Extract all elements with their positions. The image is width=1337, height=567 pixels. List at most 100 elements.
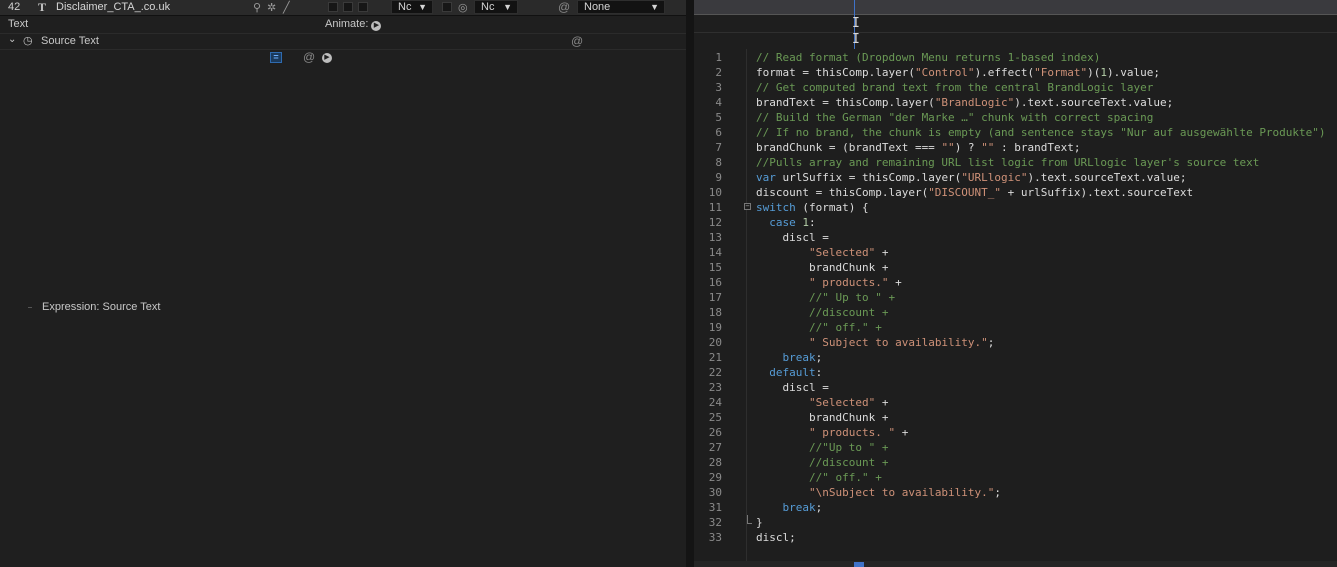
code-line[interactable]: 12 case 1: — [694, 215, 1337, 230]
code-line[interactable]: 30 "\nSubject to availability."; — [694, 485, 1337, 500]
line-number: 19 — [708, 321, 722, 334]
animate-menu[interactable]: Animate: ▶ — [325, 18, 382, 31]
code-line[interactable]: 14 "Selected" + — [694, 245, 1337, 260]
line-number: 26 — [708, 426, 722, 439]
code-line[interactable]: 2 format = thisComp.layer("Control").effe… — [694, 65, 1337, 80]
text-cursor-icon: I — [852, 16, 860, 31]
code-line[interactable]: 3 // Get computed brand text from the cen… — [694, 80, 1337, 95]
code-line[interactable]: 25 brandChunk + — [694, 410, 1337, 425]
track-matte-link-icon[interactable]: ◎ — [458, 1, 468, 14]
code-token: brandChunk = (brandText === — [756, 141, 942, 154]
scrollbar-thumb[interactable] — [854, 562, 864, 567]
code-token: "" — [981, 141, 995, 154]
code-text: "Selected" + — [756, 395, 888, 410]
code-line[interactable]: 17 //" Up to " + — [694, 290, 1337, 305]
code-token: " products. " — [808, 426, 896, 439]
stopwatch-icon[interactable]: ◷ — [23, 34, 33, 47]
code-line[interactable]: 29 //" off." + — [694, 470, 1337, 485]
code-line[interactable]: 33 discl; — [694, 530, 1337, 545]
code-line[interactable]: 4 brandText = thisComp.layer("BrandLogic"… — [694, 95, 1337, 110]
blend-mode-dropdown[interactable]: Nc ▼ — [391, 0, 433, 14]
effects-switch[interactable] — [328, 2, 338, 12]
track-matte-value: Nc — [481, 1, 495, 13]
line-number: 33 — [708, 531, 722, 544]
code-token: ; — [815, 501, 823, 514]
horizontal-scrollbar[interactable] — [694, 561, 1337, 567]
code-text: var urlSuffix = thisComp.layer("URLlogic… — [756, 170, 1187, 185]
code-line[interactable]: 26 " products. " + — [694, 425, 1337, 440]
preserve-transparency-switch[interactable] — [442, 2, 452, 12]
chevron-down-icon: ▼ — [418, 2, 427, 12]
source-text-row[interactable]: ⌄ ◷ Source Text @ — [0, 33, 686, 50]
layer-number: 42 — [8, 1, 21, 13]
time-ruler[interactable] — [694, 0, 1337, 14]
track-matte-dropdown[interactable]: Nc ▼ — [474, 0, 518, 14]
parent-value: None — [584, 1, 611, 13]
code-text: "Selected" + — [756, 245, 888, 260]
code-line[interactable]: 13 discl = — [694, 230, 1337, 245]
code-text: } — [756, 515, 763, 530]
code-line[interactable]: 8 //Pulls array and remaining URL list lo… — [694, 155, 1337, 170]
layer-row[interactable]: 42 T Disclaimer_CTA_.co.uk ⚲ ✲ ╱ Nc ▼ ◎ … — [0, 0, 686, 16]
line-number: 7 — [715, 141, 722, 154]
frame-blend-switch[interactable] — [343, 2, 353, 12]
code-line[interactable]: 28 //discount + — [694, 455, 1337, 470]
code-line[interactable]: 10 discount = thisComp.layer("DISCOUNT_" … — [694, 185, 1337, 200]
line-number: 2 — [715, 66, 722, 79]
code-line[interactable]: 19 //" off." + — [694, 320, 1337, 335]
expression-editor[interactable]: 1 // Read format (Dropdown Menu returns 1… — [694, 49, 1337, 562]
property-pickwhip-icon[interactable]: @ — [571, 34, 583, 48]
parent-dropdown[interactable]: None ▼ — [577, 0, 665, 14]
code-token: "Selected" — [808, 246, 876, 259]
motion-blur-switch[interactable] — [358, 2, 368, 12]
expression-language-menu-icon[interactable]: ▶ — [322, 53, 332, 63]
code-line[interactable]: 24 "Selected" + — [694, 395, 1337, 410]
layer-name[interactable]: Disclaimer_CTA_.co.uk — [56, 1, 170, 13]
code-token: ).text.sourceText.value; — [1014, 96, 1174, 109]
collapse-switch-icon[interactable]: ✲ — [267, 1, 276, 14]
animate-play-icon[interactable]: ▶ — [371, 21, 382, 31]
code-line[interactable]: 27 //"Up to " + — [694, 440, 1337, 455]
code-text: break; — [756, 500, 823, 515]
code-line[interactable]: 11 − switch (format) { — [694, 200, 1337, 215]
parent-pickwhip-icon[interactable]: @ — [558, 0, 570, 14]
code-token: // Get computed brand text from the cent… — [756, 81, 1154, 94]
text-group-row[interactable]: Text Animate: ▶ — [0, 16, 686, 34]
code-line[interactable]: 6 // If no brand, the chunk is empty (and… — [694, 125, 1337, 140]
expression-pickwhip-icon[interactable]: @ — [303, 50, 315, 64]
code-line[interactable]: 5 // Build the German "der Marke …" chunk… — [694, 110, 1337, 125]
code-text: "\nSubject to availability."; — [756, 485, 1001, 500]
line-number: 32 — [708, 516, 722, 529]
code-token: 1 — [802, 216, 809, 229]
code-line[interactable]: 22 default: — [694, 365, 1337, 380]
code-line[interactable]: 16 " products." + — [694, 275, 1337, 290]
code-line[interactable]: 18 //discount + — [694, 305, 1337, 320]
code-line[interactable]: 15 brandChunk + — [694, 260, 1337, 275]
shy-switch-icon[interactable]: ⚲ — [253, 1, 261, 14]
code-line[interactable]: 31 break; — [694, 500, 1337, 515]
expression-enable-icon[interactable]: = — [270, 52, 282, 63]
chevron-down-icon[interactable]: ⌄ — [8, 34, 16, 45]
code-token: switch — [756, 201, 796, 214]
code-token: //" Up to " + — [808, 291, 896, 304]
line-number: 9 — [715, 171, 722, 184]
quality-switch-icon[interactable]: ╱ — [283, 1, 290, 14]
code-text: // Read format (Dropdown Menu returns 1-… — [756, 50, 1100, 65]
chevron-down-icon: ▼ — [650, 2, 659, 12]
code-line[interactable]: 20 " Subject to availability."; — [694, 335, 1337, 350]
code-line[interactable]: 32} — [694, 515, 1337, 530]
fold-toggle-icon[interactable]: − — [744, 203, 751, 210]
code-line[interactable]: 23 discl = — [694, 380, 1337, 395]
code-token: ; — [987, 336, 995, 349]
code-line[interactable]: 21 break; — [694, 350, 1337, 365]
code-line[interactable]: 9 var urlSuffix = thisComp.layer("URLlogi… — [694, 170, 1337, 185]
code-line[interactable]: 1 // Read format (Dropdown Menu returns 1… — [694, 50, 1337, 65]
code-token: format = thisComp.layer( — [756, 66, 915, 79]
line-number: 3 — [715, 81, 722, 94]
panel-divider[interactable] — [686, 0, 694, 567]
code-token: (format) { — [795, 201, 869, 214]
code-line[interactable]: 7 brandChunk = (brandText === "") ? "" : … — [694, 140, 1337, 155]
